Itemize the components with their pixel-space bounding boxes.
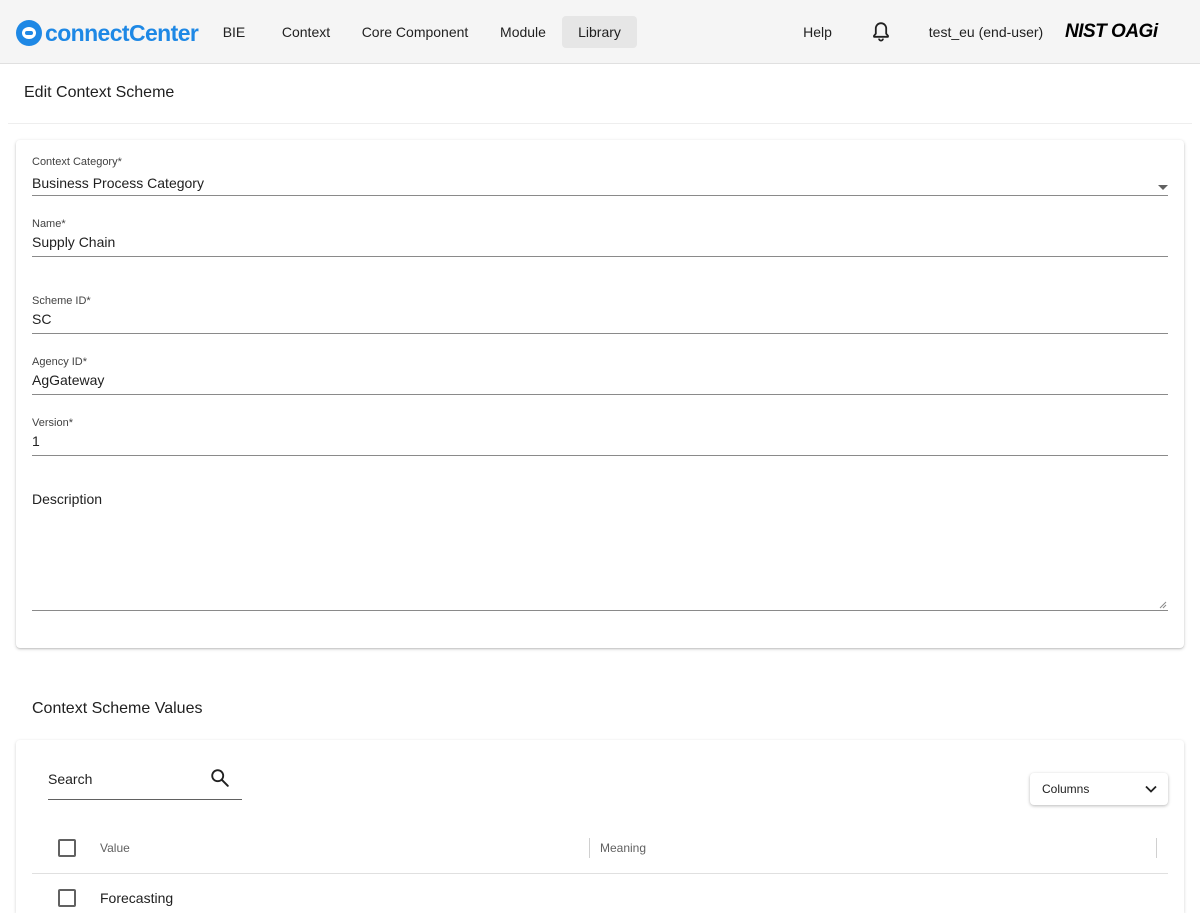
agency-id-value: AgGateway [32, 372, 105, 388]
chevron-down-icon [1145, 785, 1157, 793]
scheme-id-field[interactable]: Scheme ID* SC [32, 293, 1168, 334]
app-logo[interactable]: connectCenter [16, 18, 199, 48]
help-button[interactable]: Help [790, 16, 845, 48]
logo-icon [16, 20, 42, 46]
values-table-card: Search Columns Value Meaning Forecasting [16, 740, 1184, 913]
brand-logo: NIST OAGi [1065, 21, 1158, 42]
dropdown-arrow-icon [1158, 185, 1168, 190]
page-header: Edit Context Scheme [8, 64, 1192, 124]
user-menu[interactable]: test_eu (end-user) [922, 16, 1050, 48]
scheme-id-label: Scheme ID* [32, 295, 91, 307]
columns-dropdown[interactable]: Columns [1030, 773, 1168, 805]
search-label: Search [48, 771, 93, 787]
row-checkbox[interactable] [58, 889, 76, 907]
description-textarea[interactable]: Description [32, 488, 1168, 611]
nav-item-module[interactable]: Module [488, 16, 558, 48]
column-header-value[interactable]: Value [100, 841, 130, 855]
agency-id-label: Agency ID* [32, 356, 88, 368]
values-section-title: Context Scheme Values [32, 700, 203, 717]
name-label: Name* [32, 218, 66, 230]
column-divider[interactable] [589, 838, 590, 858]
scheme-id-value: SC [32, 311, 52, 327]
name-value: Supply Chain [32, 234, 116, 250]
agency-id-field[interactable]: Agency ID* AgGateway [32, 354, 1168, 395]
context-scheme-form: Context Category* Business Process Categ… [16, 140, 1184, 648]
columns-label: Columns [1042, 782, 1090, 796]
version-field[interactable]: Version* 1 [32, 415, 1168, 456]
nav-item-context[interactable]: Context [270, 16, 342, 48]
name-field[interactable]: Name* Supply Chain [32, 216, 1168, 257]
version-value: 1 [32, 433, 40, 449]
nav-item-bie[interactable]: BIE [208, 16, 260, 48]
nav-item-core-component[interactable]: Core Component [350, 16, 480, 48]
column-header-meaning[interactable]: Meaning [600, 841, 646, 855]
version-label: Version* [32, 417, 73, 429]
nav-item-library[interactable]: Library [562, 16, 637, 48]
select-all-checkbox[interactable] [58, 839, 76, 857]
table-row[interactable]: Forecasting [32, 874, 1168, 913]
logo-text: connectCenter [45, 19, 199, 46]
table-header: Value Meaning [32, 822, 1168, 874]
row-value: Forecasting [100, 890, 174, 906]
page-title: Edit Context Scheme [24, 84, 175, 101]
top-navigation-bar: connectCenter BIE Context Core Component… [0, 0, 1200, 64]
search-input[interactable]: Search [48, 762, 242, 800]
bell-icon[interactable] [869, 20, 893, 44]
context-category-value: Business Process Category [32, 175, 204, 191]
search-icon[interactable] [209, 767, 231, 789]
column-divider[interactable] [1156, 838, 1157, 858]
resize-handle-icon[interactable] [1159, 601, 1167, 609]
context-category-label: Context Category* [32, 156, 122, 168]
description-label: Description [32, 491, 103, 507]
context-category-select[interactable]: Context Category* Business Process Categ… [32, 154, 1168, 196]
